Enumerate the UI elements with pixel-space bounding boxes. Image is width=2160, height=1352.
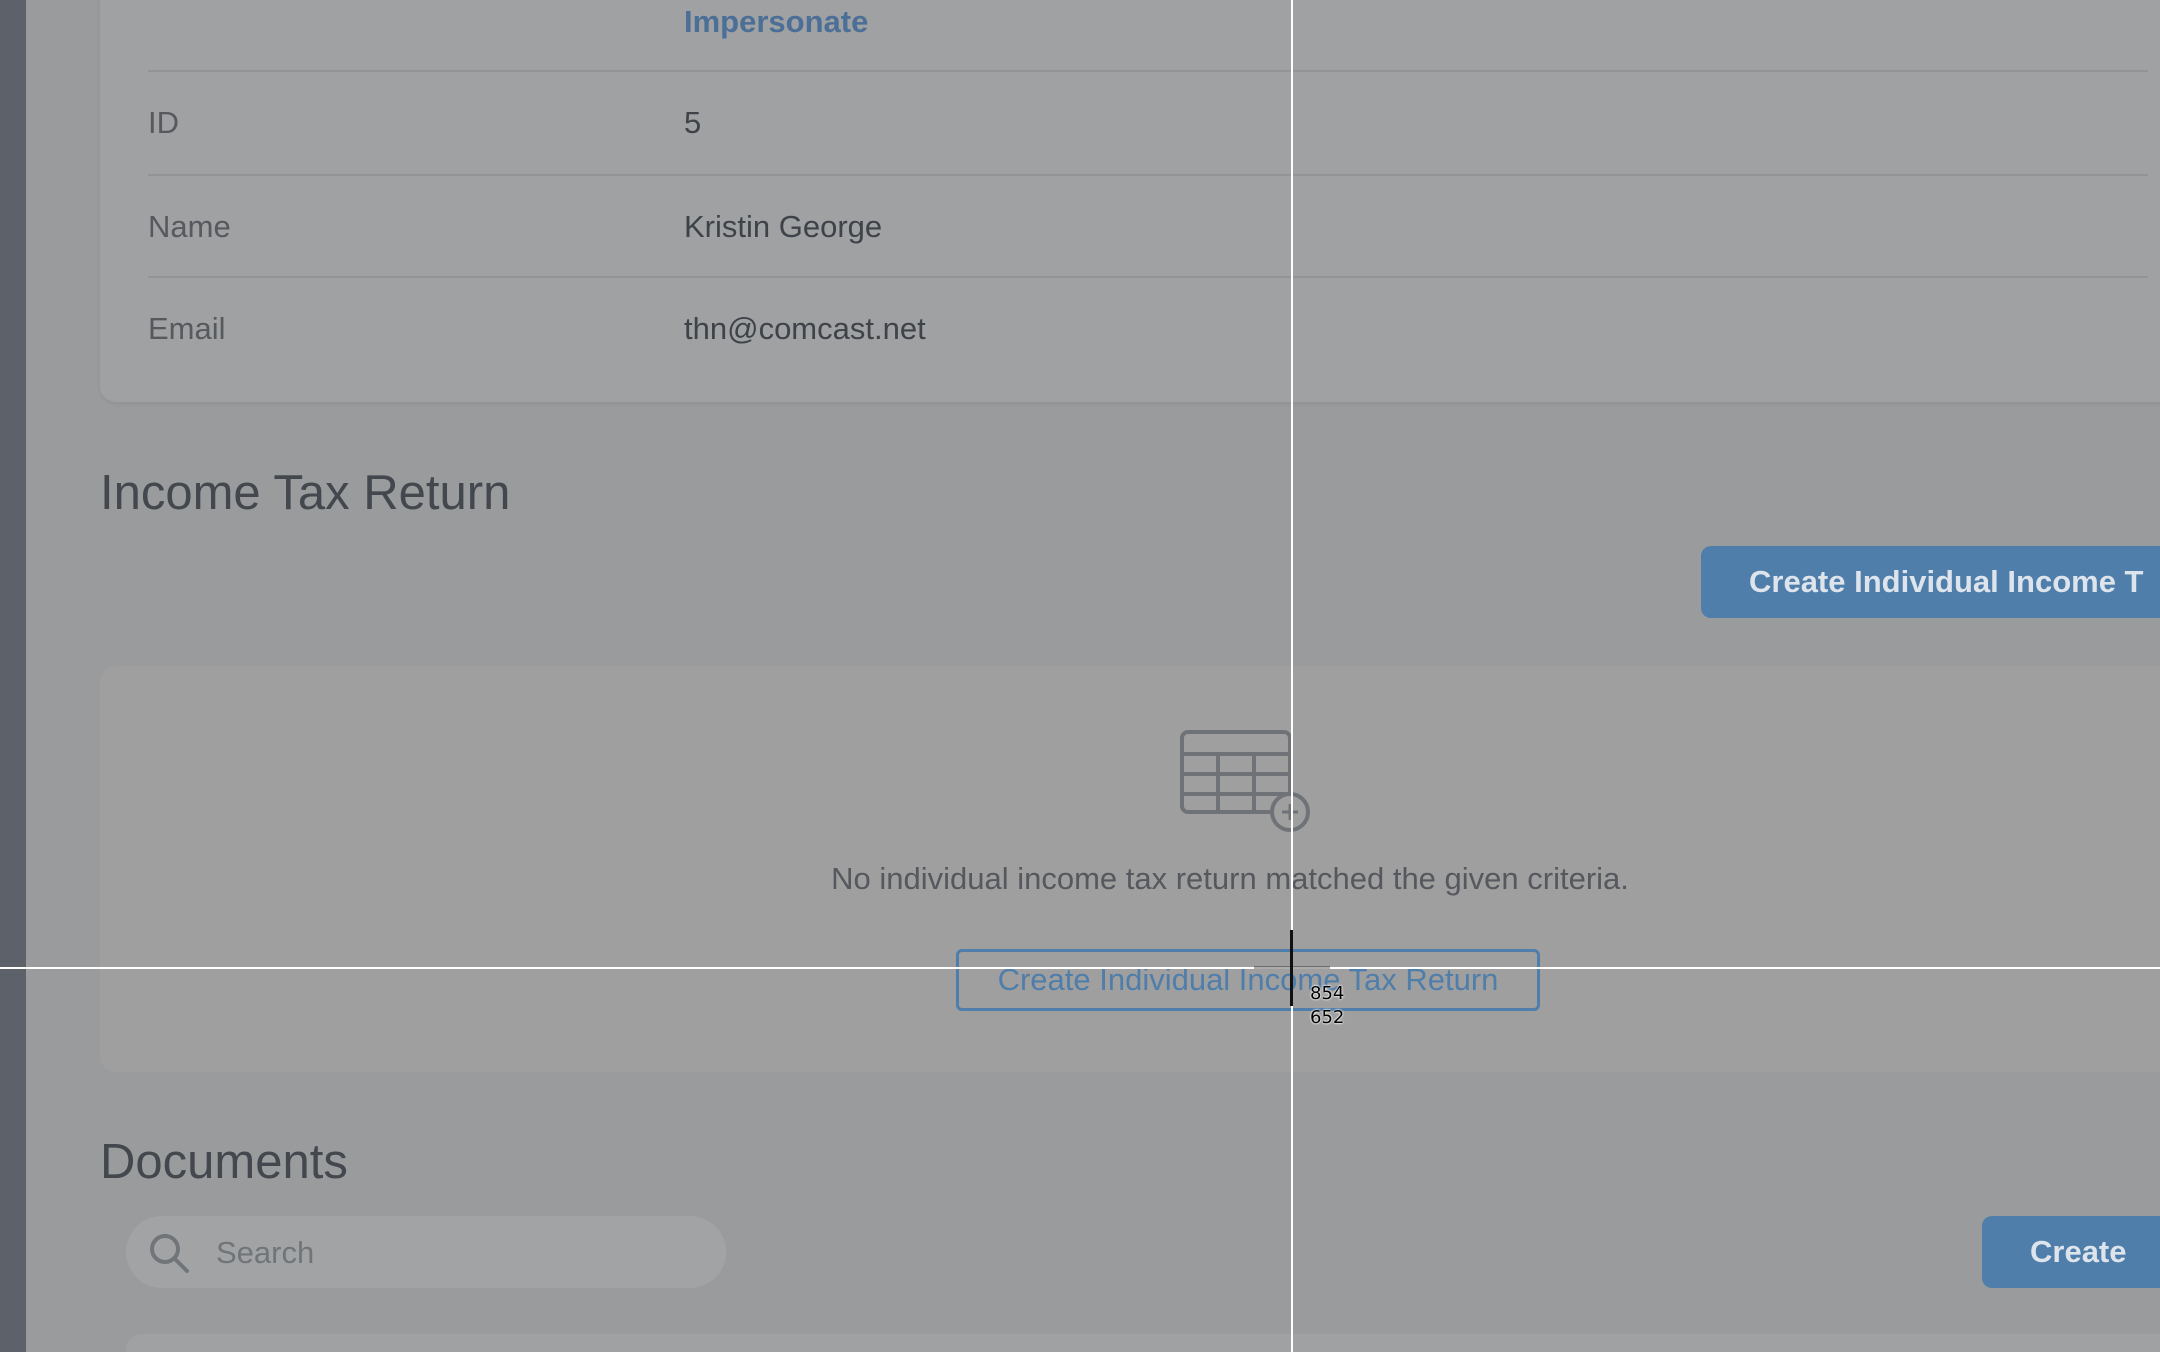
detail-row-id: ID 5 [148, 70, 2148, 174]
crosshair-vertical-line [1291, 0, 1293, 1352]
detail-label-email: Email [148, 311, 226, 346]
cursor-y-value: 652 [1310, 1007, 1345, 1028]
sidebar-edge [0, 0, 26, 1352]
detail-row-email: Email thn@comcast.net [148, 276, 2148, 380]
detail-row-name: Name Kristin George [148, 174, 2148, 278]
documents-search[interactable] [126, 1216, 726, 1290]
detail-label-name: Name [148, 209, 231, 244]
cursor-coordinate-readout: 854 652 [1310, 982, 1344, 1030]
impersonate-link[interactable]: Impersonate [684, 4, 868, 40]
cursor-x-value: 854 [1310, 983, 1345, 1004]
search-icon [150, 1234, 189, 1273]
income-tax-return-heading: Income Tax Return [100, 466, 511, 520]
documents-search-input[interactable] [214, 1216, 708, 1290]
detail-label-id: ID [148, 105, 179, 140]
detail-value-name: Kristin George [684, 209, 883, 244]
table-add-icon [1180, 730, 1310, 832]
crosshair-cursor-tick [1254, 966, 1330, 969]
create-income-tax-return-button[interactable]: Create Individual Income T [1701, 546, 2160, 618]
crosshair-horizontal-line [0, 967, 2160, 969]
create-document-button[interactable]: Create [1982, 1216, 2160, 1288]
documents-table-card [126, 1334, 2160, 1352]
detail-value-id: 5 [684, 105, 702, 140]
documents-heading: Documents [100, 1135, 348, 1189]
empty-state-message: No individual income tax return matched … [831, 861, 1629, 896]
create-income-tax-return-empty-button[interactable]: Create Individual Income Tax Return [956, 949, 1540, 1011]
detail-value-email: thn@comcast.net [684, 311, 926, 346]
